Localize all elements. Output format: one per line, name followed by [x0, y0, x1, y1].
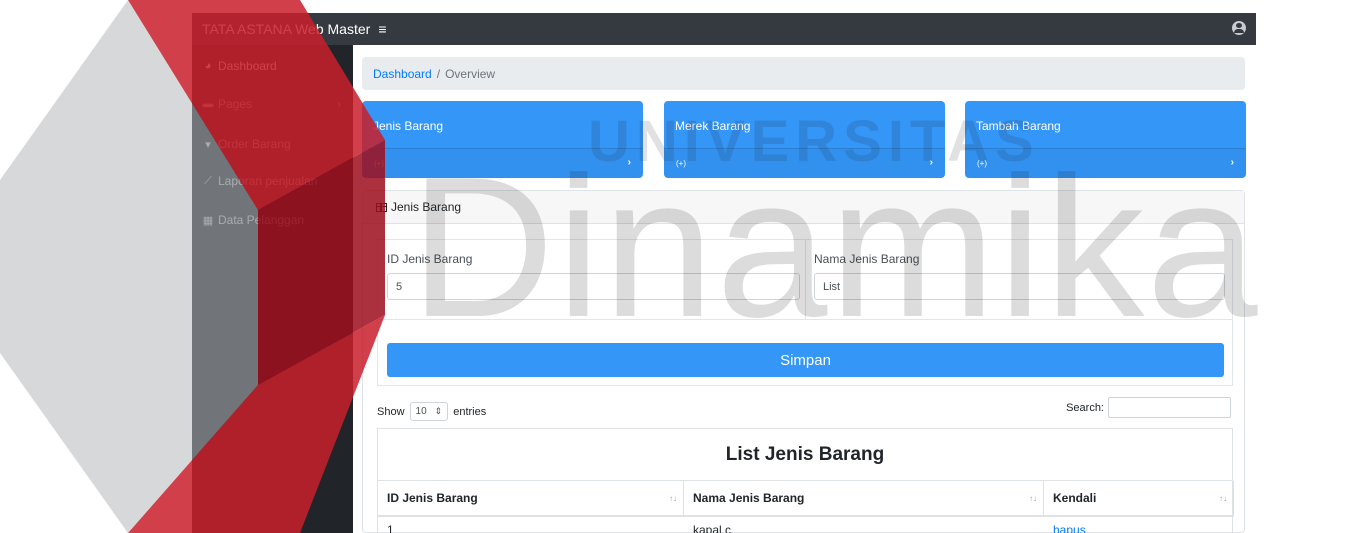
- chevron-right-icon: ›: [929, 157, 933, 168]
- table-caption: List Jenis Barang: [378, 429, 1232, 481]
- column-header-kendali[interactable]: Kendali ↑↓: [1044, 481, 1234, 517]
- entries-label: entries: [453, 405, 487, 418]
- breadcrumb: Dashboard / Overview: [362, 57, 1245, 90]
- sidebar-item-label: Data Pelanggan: [218, 213, 305, 227]
- card-tambah-barang[interactable]: Tambah Barang (+) ›: [965, 101, 1246, 178]
- select-arrows-icon: ⇕: [434, 406, 443, 416]
- show-label: Show: [377, 405, 405, 418]
- card-footer-text: (+): [676, 159, 686, 168]
- column-header-label: Kendali: [1053, 491, 1097, 505]
- table-cell-id: 1: [387, 523, 394, 533]
- simpan-button[interactable]: Simpan: [387, 343, 1224, 377]
- form-row-divider: [378, 319, 1232, 320]
- tachometer-icon: ◕: [204, 60, 212, 72]
- card-footer-text: (+): [977, 159, 987, 168]
- card-jenis-barang[interactable]: Jenis Barang (+) ›: [362, 101, 643, 178]
- brand-title[interactable]: TATA ASTANA Web Master: [202, 21, 370, 37]
- entries-select[interactable]: 10 ⇕: [409, 402, 449, 421]
- folder-icon: ▬: [202, 98, 214, 110]
- sidebar-item-label: Laporan penjualan: [218, 174, 318, 188]
- table-icon: [376, 202, 387, 212]
- sidebar-item-label: Order Barang: [218, 137, 291, 151]
- column-header-label: ID Jenis Barang: [387, 491, 478, 505]
- search-input[interactable]: [1108, 397, 1231, 418]
- breadcrumb-separator: /: [436, 66, 441, 81]
- card-footer-link[interactable]: (+) ›: [362, 148, 643, 178]
- card-title: Jenis Barang: [373, 119, 444, 133]
- entries-select-value: 10: [415, 406, 427, 417]
- card-footer-text: (+): [374, 159, 384, 168]
- sort-icon: ↑↓: [1219, 493, 1227, 503]
- entries-length-control: Show 10 ⇕ entries: [377, 402, 486, 421]
- admin-app: TATA ASTANA Web Master ≡ ◕ Dashboard ▬ P…: [192, 13, 1256, 533]
- table-icon: ▦: [202, 214, 214, 227]
- sidebar-item-data-pelanggan[interactable]: ▦ Data Pelanggan: [192, 201, 353, 239]
- jenis-barang-table: List Jenis Barang ID Jenis Barang ↑↓ Nam…: [377, 428, 1234, 533]
- jenis-barang-form: ID Jenis Barang Nama Jenis Barang Simpan: [377, 239, 1233, 386]
- screenshot-stage: TATA ASTANA Web Master ≡ ◕ Dashboard ▬ P…: [0, 0, 1363, 533]
- nama-jenis-barang-label: Nama Jenis Barang: [814, 252, 920, 266]
- breadcrumb-current: Overview: [445, 66, 496, 81]
- panel-header: Jenis Barang: [363, 191, 1244, 224]
- breadcrumb-link-dashboard[interactable]: Dashboard: [373, 67, 432, 81]
- user-circle-icon[interactable]: [1232, 21, 1246, 35]
- search-label: Search:: [1066, 401, 1104, 414]
- panel-title: Jenis Barang: [391, 200, 462, 214]
- sort-icon: ↑↓: [1029, 493, 1037, 503]
- main-content: Dashboard / Overview Jenis Barang (+) › …: [353, 45, 1256, 533]
- sidebar-item-label: Dashboard: [218, 59, 277, 73]
- id-jenis-barang-input[interactable]: [387, 273, 800, 300]
- card-footer-link[interactable]: (+) ›: [965, 148, 1246, 178]
- sidebar-item-laporan-penjualan[interactable]: ⟋ Laporan penjualan: [192, 162, 353, 200]
- sort-icon: ↑↓: [669, 493, 677, 503]
- sidebar: ◕ Dashboard ▬ Pages › ▾ Order Barang ⟋ L…: [192, 45, 353, 533]
- table-cell-nama: kapal c: [693, 523, 732, 533]
- sidebar-item-label: Pages: [218, 97, 253, 111]
- hapus-link[interactable]: hapus: [1053, 523, 1086, 533]
- chart-line-icon: ⟋: [204, 174, 212, 187]
- id-jenis-barang-label: ID Jenis Barang: [387, 252, 473, 266]
- card-merek-barang[interactable]: Merek Barang (+) ›: [664, 101, 945, 178]
- jenis-barang-panel: Jenis Barang ID Jenis Barang Nama Jenis …: [362, 190, 1245, 533]
- menu-toggle-icon[interactable]: ≡: [378, 21, 386, 37]
- table-search: Search:: [1066, 397, 1231, 418]
- card-title: Tambah Barang: [976, 119, 1061, 133]
- column-header-label: Nama Jenis Barang: [693, 491, 805, 505]
- sidebar-item-dashboard[interactable]: ◕ Dashboard: [192, 47, 353, 85]
- top-navbar: TATA ASTANA Web Master ≡: [192, 13, 1256, 45]
- chevron-right-icon: ›: [627, 157, 631, 168]
- chevron-right-icon: ›: [1230, 157, 1234, 168]
- card-title: Merek Barang: [675, 119, 751, 133]
- sidebar-item-order-barang[interactable]: ▾ Order Barang: [192, 125, 353, 163]
- sidebar-item-pages[interactable]: ▬ Pages ›: [192, 85, 353, 123]
- cart-icon: ▾: [205, 138, 211, 151]
- card-footer-link[interactable]: (+) ›: [664, 148, 945, 178]
- table-cell-kendali: hapus: [1044, 519, 1234, 533]
- column-header-nama[interactable]: Nama Jenis Barang ↑↓: [684, 481, 1044, 517]
- form-column-divider: [805, 240, 806, 319]
- column-header-id[interactable]: ID Jenis Barang ↑↓: [378, 481, 684, 517]
- chevron-right-icon: ›: [337, 98, 341, 110]
- nama-jenis-barang-input[interactable]: [814, 273, 1225, 300]
